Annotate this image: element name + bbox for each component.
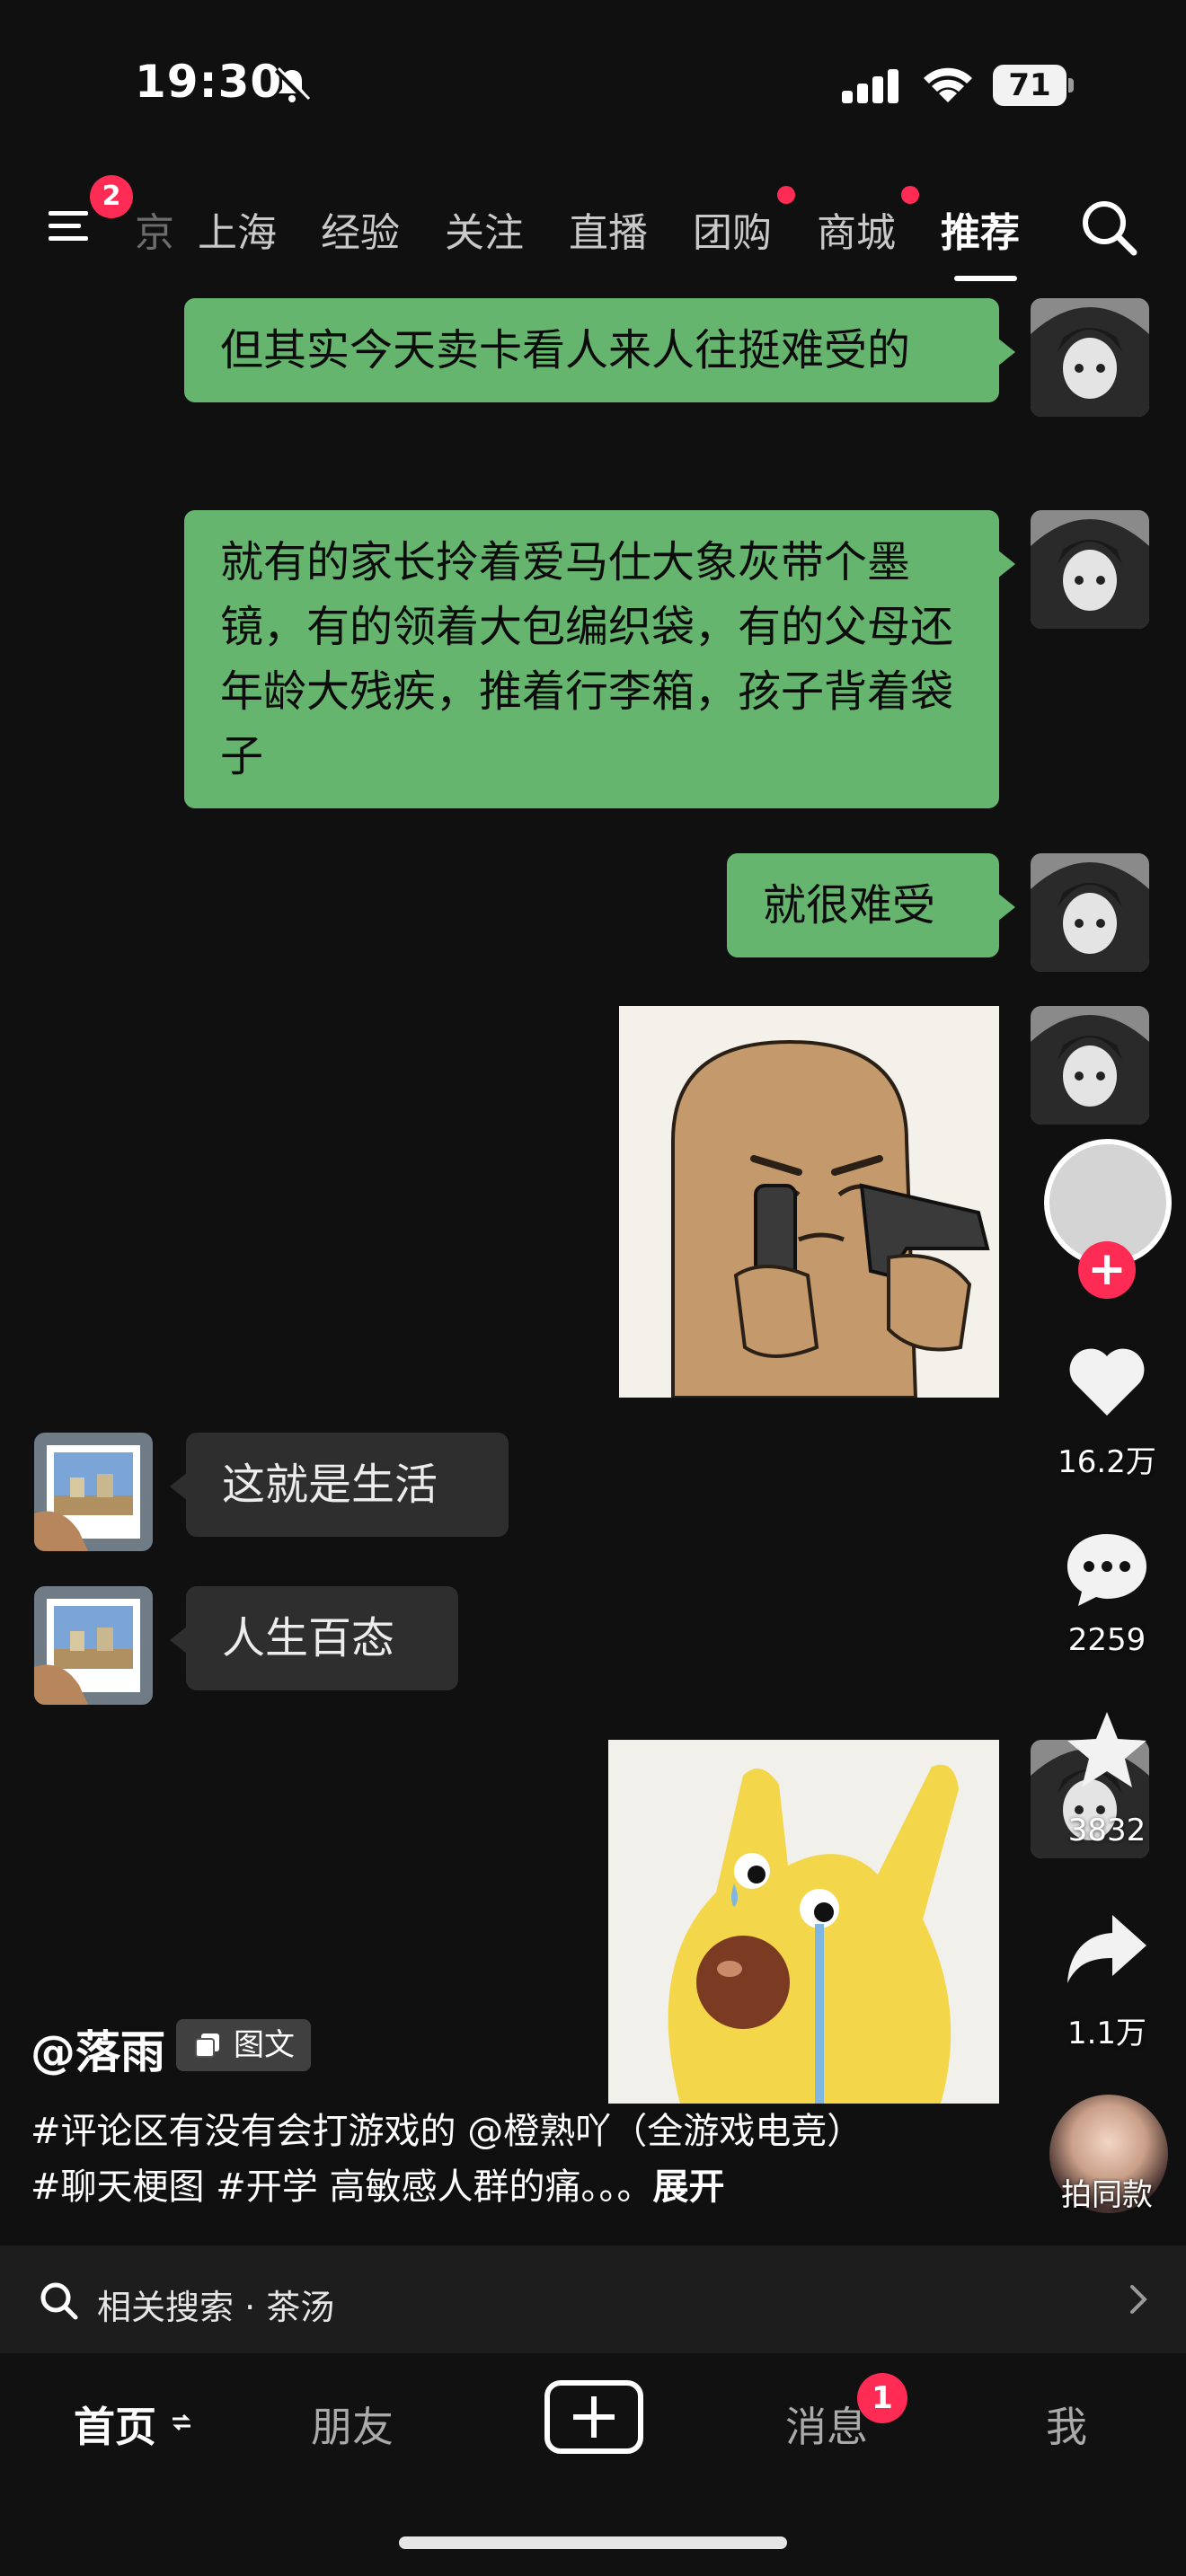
sender-avatar (1031, 1006, 1149, 1125)
nav-me[interactable]: 我 (1046, 2395, 1087, 2454)
create-post-button[interactable] (544, 2380, 643, 2454)
chat-bubble-right: 但其实今天卖卡看人来人往挺难受的 (184, 298, 1015, 402)
chevron-right-icon (1130, 2285, 1147, 2314)
crying-dog-sticker (608, 1740, 999, 2104)
receiver-avatar (34, 1586, 153, 1705)
switch-arrows-icon (173, 2413, 190, 2431)
favorite-count: 3832 (1067, 1813, 1146, 1848)
like-heart-icon[interactable] (1062, 1337, 1152, 1426)
search-icon (40, 2282, 78, 2320)
gun-meme-sticker (619, 1006, 999, 1398)
chat-bubble-left: 人生百态 (170, 1586, 458, 1690)
image-text-icon (195, 2033, 219, 2058)
post-type-badge: 图文 (176, 2019, 311, 2071)
post-description: #评论区有没有会打游戏的 @橙熟吖（全游戏电竞） #聊天梗图 #开学 高敏感人群… (31, 2104, 1019, 2215)
nav-friends[interactable]: 朋友 (311, 2395, 394, 2454)
use-template-label[interactable]: 拍同款 (1035, 2170, 1179, 2214)
tab-group-buy-dot (777, 186, 795, 204)
tab-recommended[interactable]: 推荐 (941, 200, 1020, 258)
status-bar: 19:30 71 (0, 0, 1186, 171)
comment-icon[interactable] (1062, 1523, 1152, 1613)
wifi-icon (924, 67, 972, 102)
author-name[interactable]: @落雨 (31, 2016, 165, 2081)
post-type-label: 图文 (234, 2027, 295, 2063)
search-icon[interactable] (1078, 197, 1139, 258)
favorite-star-icon[interactable] (1062, 1707, 1152, 1796)
chat-bubble-right: 就有的家长拎着爱马仕大象灰带个墨镜，有的领着大包编织袋，有的父母还年龄大残疾，推… (184, 510, 1015, 808)
share-count: 1.1万 (1067, 2016, 1147, 2051)
receiver-avatar (34, 1433, 153, 1551)
bottom-nav: 首页 朋友 消息 1 我 (0, 2353, 1186, 2576)
chat-bubble-left: 这就是生活 (170, 1433, 509, 1537)
bell-muted-icon (274, 66, 311, 103)
tab-mall[interactable]: 商城 (817, 200, 896, 258)
menu-badge: 2 (90, 175, 133, 218)
follow-button[interactable]: + (1078, 1241, 1136, 1299)
messages-badge: 1 (857, 2373, 907, 2423)
cellular-signal-icon (842, 69, 898, 103)
comment-count: 2259 (1067, 1622, 1146, 1658)
nav-home[interactable]: 首页 (74, 2395, 156, 2454)
tab-live[interactable]: 直播 (569, 200, 648, 258)
share-arrow-icon[interactable] (1062, 1904, 1152, 1994)
related-search-bar[interactable]: 相关搜索 · 茶汤 (0, 2245, 1186, 2353)
tab-following[interactable]: 关注 (445, 200, 524, 258)
chat-bubble-right: 就很难受 (727, 853, 1015, 957)
status-time: 19:30 (135, 56, 283, 108)
nav-messages[interactable]: 消息 (785, 2395, 868, 2454)
description-line[interactable]: #聊天梗图 #开学 高敏感人群的痛。。。 (31, 2166, 652, 2208)
related-search-label: 相关搜索 · 茶汤 (97, 2288, 335, 2327)
tab-beijing[interactable]: 京 (135, 200, 174, 258)
like-count: 16.2万 (1058, 1444, 1156, 1480)
home-indicator (399, 2536, 787, 2549)
tab-group-buy[interactable]: 团购 (693, 200, 772, 258)
battery-icon: 71 (993, 65, 1074, 106)
battery-level: 71 (1008, 67, 1051, 103)
menu-icon[interactable] (47, 202, 101, 249)
top-nav: 2 京 上海 经验 关注 直播 团购 商城 推荐 (0, 175, 1186, 281)
tab-shanghai[interactable]: 上海 (198, 200, 277, 258)
expand-link[interactable]: 展开 (652, 2166, 724, 2208)
description-line[interactable]: #评论区有没有会打游戏的 @橙熟吖（全游戏电竞） (31, 2104, 1019, 2159)
tab-experience[interactable]: 经验 (321, 200, 400, 258)
sender-avatar (1031, 510, 1149, 629)
sender-avatar (1031, 853, 1149, 972)
tab-mall-dot (901, 186, 919, 204)
active-tab-indicator (954, 276, 1017, 281)
sender-avatar (1031, 298, 1149, 417)
